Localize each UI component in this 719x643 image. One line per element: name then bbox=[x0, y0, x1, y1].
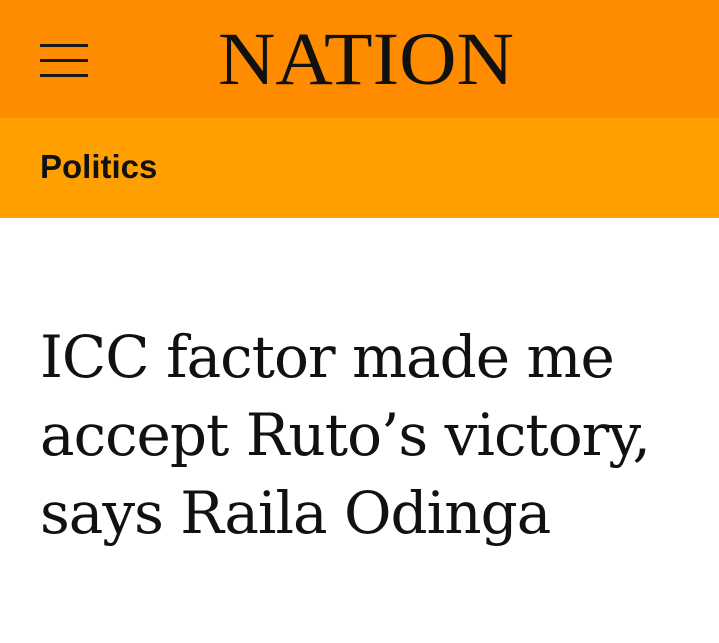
logo-text: NATION bbox=[218, 24, 514, 94]
menu-bar-line bbox=[40, 44, 88, 47]
site-logo[interactable]: NATION bbox=[218, 24, 518, 94]
article-headline: ICC factor made me accept Ruto’s victory… bbox=[40, 323, 651, 547]
menu-bar-line bbox=[40, 59, 88, 62]
section-politics-link[interactable]: Politics bbox=[40, 147, 157, 187]
nation-logo-mark: NATION bbox=[218, 24, 514, 94]
page: NATION Politics ICC factor made me accep… bbox=[0, 0, 719, 643]
site-header: NATION bbox=[0, 0, 719, 118]
hamburger-menu-icon[interactable] bbox=[40, 44, 88, 77]
menu-bar-line bbox=[40, 74, 88, 77]
